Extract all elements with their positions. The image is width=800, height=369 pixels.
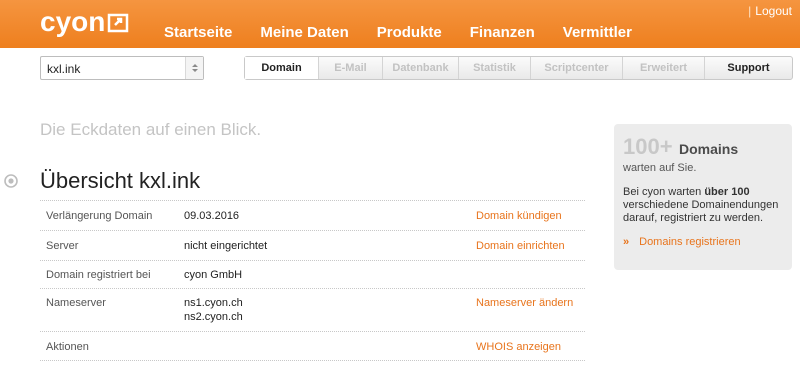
tab-scriptcenter[interactable]: Scriptcenter [531, 57, 623, 79]
nav-startseite[interactable]: Startseite [164, 24, 232, 41]
row-value: nicht eingerichtet [184, 240, 268, 252]
promo-count: 100+ [623, 134, 673, 159]
row-label: Server [46, 240, 79, 252]
nav-produkte[interactable]: Produkte [377, 24, 442, 41]
row-label: Domain registriert bei [46, 269, 151, 281]
domains-registrieren-link[interactable]: » Domains registrieren [623, 236, 741, 248]
domain-kuendigen-link[interactable]: Domain kündigen [476, 210, 562, 222]
nav-finanzen[interactable]: Finanzen [470, 24, 535, 41]
table-row: Verlängerung Domain 09.03.2016 Domain kü… [40, 200, 585, 230]
tab-support[interactable]: Support [705, 57, 792, 79]
nameserver-aendern-link[interactable]: Nameserver ändern [476, 297, 573, 309]
promo-text-bold: über 100 [704, 186, 750, 198]
whois-anzeigen-link[interactable]: WHOIS anzeigen [476, 341, 561, 353]
tab-datenbank[interactable]: Datenbank [383, 57, 459, 79]
logout-link[interactable]: Logout [755, 4, 792, 18]
logo-arrow-icon [108, 13, 129, 33]
double-chevron-right-icon: » [623, 236, 630, 248]
select-arrows-icon[interactable] [185, 57, 203, 79]
row-label: Verlängerung Domain [46, 210, 153, 222]
tab-domain[interactable]: Domain [245, 57, 319, 79]
top-header: cyon Startseite Meine Daten Produkte Fin… [0, 0, 800, 48]
domain-select-value: kxl.ink [47, 62, 81, 76]
row-value-secondary: ns2.cyon.ch [184, 311, 243, 323]
domain-select[interactable]: kxl.ink [40, 56, 204, 80]
promo-text: Bei cyon warten über 100 verschiedene Do… [623, 186, 783, 225]
nav-meine-daten[interactable]: Meine Daten [260, 24, 348, 41]
promo-subtitle: warten auf Sie. [623, 162, 697, 174]
promo-domains-label: Domains [679, 141, 739, 157]
nav-vermittler[interactable]: Vermittler [563, 24, 632, 41]
tab-erweitert[interactable]: Erweitert [623, 57, 705, 79]
logout-separator: | [748, 4, 752, 18]
table-row: Server nicht eingerichtet Domain einrich… [40, 230, 585, 260]
table-row: Domain registriert bei cyon GmbH [40, 260, 585, 288]
domains-promo-box: 100+ Domains warten auf Sie. Bei cyon wa… [614, 124, 792, 270]
page-tagline: Die Eckdaten auf einen Blick. [40, 120, 262, 139]
target-icon [4, 174, 18, 188]
main-nav: Startseite Meine Daten Produkte Finanzen… [164, 24, 660, 41]
promo-link-label: Domains registrieren [639, 236, 741, 248]
logout-area: | Logout [748, 4, 792, 18]
tab-statistik[interactable]: Statistik [459, 57, 531, 79]
table-row: Nameserver ns1.cyon.ch ns2.cyon.ch Names… [40, 288, 585, 331]
row-value: 09.03.2016 [184, 210, 240, 222]
row-label: Aktionen [46, 341, 89, 353]
logo-text: cyon [40, 6, 106, 37]
row-value: ns1.cyon.ch [184, 297, 243, 309]
promo-text-pre: Bei cyon warten [623, 186, 705, 198]
page-title: Übersicht kxl.ink [40, 168, 201, 193]
tab-email[interactable]: E-Mail [319, 57, 383, 79]
promo-text-post: verschiedene Domainendungen darauf, regi… [623, 199, 779, 224]
section-tabs: Domain E-Mail Datenbank Statistik Script… [244, 56, 793, 80]
row-label: Nameserver [46, 297, 106, 309]
overview-table: Verlängerung Domain 09.03.2016 Domain kü… [40, 200, 585, 361]
table-row: Aktionen WHOIS anzeigen [40, 331, 585, 361]
domain-einrichten-link[interactable]: Domain einrichten [476, 240, 565, 252]
row-value: cyon GmbH [184, 269, 243, 281]
cyon-logo[interactable]: cyon [40, 8, 129, 36]
promo-heading: 100+ Domains [623, 134, 783, 160]
